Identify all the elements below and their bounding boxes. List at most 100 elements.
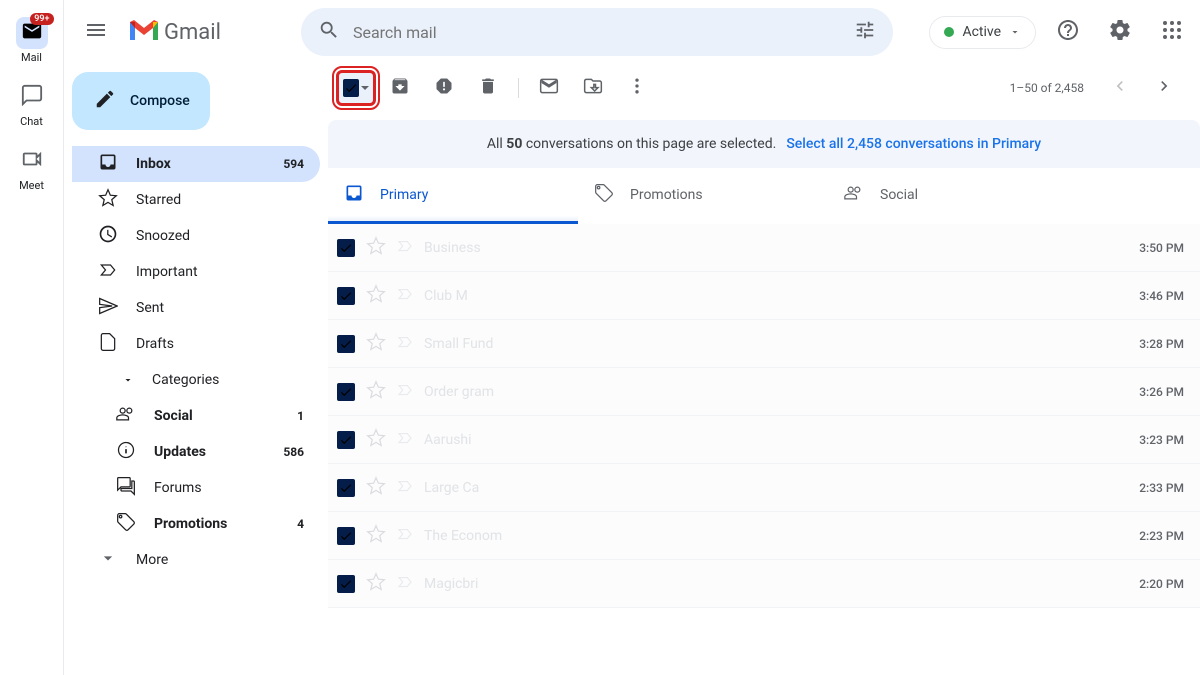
sidebar-item-forums[interactable]: Forums: [90, 470, 320, 506]
email-row[interactable]: Small Fund3:28 PM: [328, 320, 1200, 368]
support-button[interactable]: [1048, 12, 1088, 52]
forum-icon: [116, 476, 136, 500]
sidebar-item-drafts[interactable]: Drafts: [72, 326, 320, 362]
toolbar-divider: [518, 78, 519, 98]
more-vert-icon: [627, 76, 647, 100]
email-checkbox[interactable]: [336, 526, 356, 546]
star-icon[interactable]: [366, 524, 386, 548]
expand-icon: [122, 371, 134, 390]
star-icon[interactable]: [366, 236, 386, 260]
star-icon[interactable]: [366, 380, 386, 404]
email-checkbox[interactable]: [336, 478, 356, 498]
tab-social[interactable]: Social: [828, 168, 1078, 224]
email-row[interactable]: Magicbri2:20 PM: [328, 560, 1200, 608]
email-time: 2:23 PM: [1139, 529, 1184, 543]
email-time: 2:33 PM: [1139, 481, 1184, 495]
email-list[interactable]: Business3:50 PMClub M3:46 PMSmall Fund3:…: [328, 224, 1200, 675]
select-all-conversations-link[interactable]: Select all 2,458 conversations in Primar…: [786, 136, 1041, 152]
people-icon: [116, 404, 136, 428]
compose-label: Compose: [130, 93, 190, 109]
search-options-button[interactable]: [845, 12, 885, 52]
email-checkbox[interactable]: [336, 238, 356, 258]
nav-rail-mail[interactable]: 99+ Mail: [8, 8, 56, 72]
tab-promotions[interactable]: Promotions: [578, 168, 828, 224]
checkbox-checked-icon: [337, 239, 355, 257]
compose-button[interactable]: Compose: [72, 72, 210, 130]
email-checkbox[interactable]: [336, 430, 356, 450]
gmail-logo[interactable]: Gmail: [128, 18, 249, 46]
sidebar-item-starred[interactable]: Starred: [72, 182, 320, 218]
gmail-logo-icon: [128, 18, 160, 46]
older-button[interactable]: [1144, 68, 1184, 108]
tab-primary[interactable]: Primary: [328, 168, 578, 224]
search-button[interactable]: [309, 12, 349, 52]
email-checkbox[interactable]: [336, 286, 356, 306]
checkbox-checked-icon: [337, 287, 355, 305]
important-marker-icon[interactable]: [396, 477, 414, 499]
nav-rail: 99+ Mail Chat Meet: [0, 0, 64, 675]
help-icon: [1056, 18, 1080, 46]
newer-button[interactable]: [1100, 68, 1140, 108]
main-menu-button[interactable]: [72, 8, 120, 56]
email-checkbox[interactable]: [336, 334, 356, 354]
important-marker-icon[interactable]: [396, 381, 414, 403]
sidebar-item-updates[interactable]: Updates586: [90, 434, 320, 470]
star-icon[interactable]: [366, 572, 386, 596]
sidebar-item-more[interactable]: More: [72, 542, 320, 578]
sidebar-item-sent[interactable]: Sent: [72, 290, 320, 326]
important-marker-icon[interactable]: [396, 573, 414, 595]
email-checkbox[interactable]: [336, 382, 356, 402]
email-checkbox[interactable]: [336, 574, 356, 594]
important-marker-icon[interactable]: [396, 525, 414, 547]
important-marker-icon[interactable]: [396, 285, 414, 307]
status-chip[interactable]: Active: [929, 16, 1036, 49]
archive-icon: [390, 76, 410, 100]
settings-button[interactable]: [1100, 12, 1140, 52]
email-row[interactable]: The Econom2:23 PM: [328, 512, 1200, 560]
chevron-down-icon: [1009, 23, 1021, 42]
selection-banner: All 50 conversations on this page are se…: [328, 120, 1200, 168]
sidebar-item-categories[interactable]: Categories: [72, 362, 320, 398]
apps-grid-icon: [1160, 18, 1184, 46]
important-marker-icon[interactable]: [396, 333, 414, 355]
archive-button[interactable]: [380, 68, 420, 108]
tab-icon: [844, 183, 864, 207]
report-spam-button[interactable]: [424, 68, 464, 108]
email-row[interactable]: Club M3:46 PM: [328, 272, 1200, 320]
checkbox-checked-icon: [343, 79, 359, 97]
more-button[interactable]: [617, 68, 657, 108]
delete-button[interactable]: [468, 68, 508, 108]
checkbox-checked-icon: [337, 479, 355, 497]
chat-icon: [21, 84, 43, 110]
nav-rail-chat[interactable]: Chat: [8, 72, 56, 136]
email-sender: Order gram: [424, 384, 604, 400]
page-info: 1–50 of 2,458: [1010, 81, 1084, 95]
star-icon[interactable]: [366, 428, 386, 452]
email-sender: Aarushi: [424, 432, 604, 448]
email-row[interactable]: Order gram3:26 PM: [328, 368, 1200, 416]
email-row[interactable]: Business3:50 PM: [328, 224, 1200, 272]
sidebar-item-social[interactable]: Social1: [90, 398, 320, 434]
trash-icon: [478, 76, 498, 100]
mark-unread-button[interactable]: [529, 68, 569, 108]
star-icon[interactable]: [366, 332, 386, 356]
sidebar-item-label: Sent: [136, 300, 304, 316]
important-marker-icon[interactable]: [396, 429, 414, 451]
email-time: 3:23 PM: [1139, 433, 1184, 447]
sidebar-item-important[interactable]: Important: [72, 254, 320, 290]
move-to-button[interactable]: [573, 68, 613, 108]
sidebar-item-inbox[interactable]: Inbox594: [72, 146, 320, 182]
email-row[interactable]: Large Ca2:33 PM: [328, 464, 1200, 512]
nav-rail-meet[interactable]: Meet: [8, 136, 56, 200]
email-row[interactable]: Aarushi 3:23 PM: [328, 416, 1200, 464]
apps-button[interactable]: [1152, 12, 1192, 52]
star-icon[interactable]: [366, 476, 386, 500]
search-input[interactable]: [349, 23, 845, 42]
sidebar-item-promotions[interactable]: Promotions4: [90, 506, 320, 542]
select-all-checkbox[interactable]: [336, 70, 376, 106]
star-icon[interactable]: [366, 284, 386, 308]
logo-text: Gmail: [164, 20, 221, 45]
sidebar-item-snoozed[interactable]: Snoozed: [72, 218, 320, 254]
important-marker-icon[interactable]: [396, 237, 414, 259]
chevron-left-icon: [1110, 76, 1130, 100]
